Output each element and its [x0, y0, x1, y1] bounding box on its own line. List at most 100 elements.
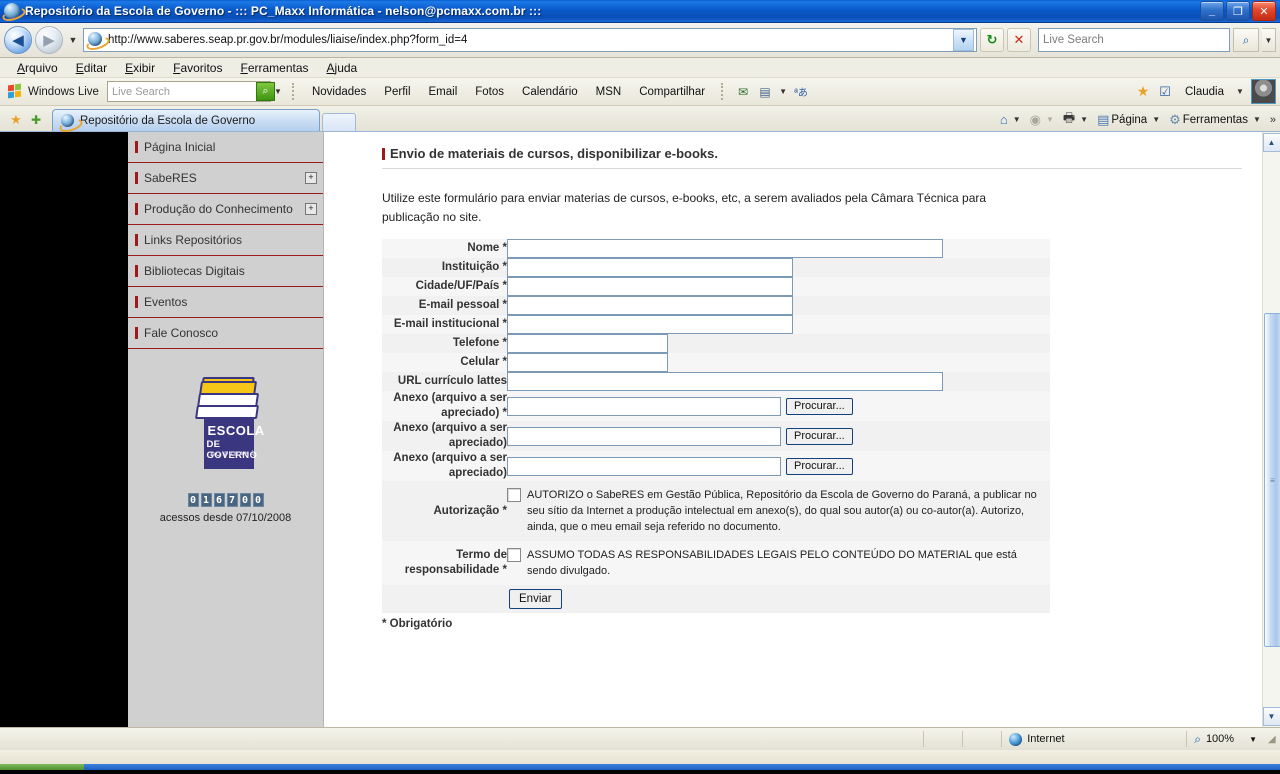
scroll-down-button[interactable]: ▼ [1262, 707, 1280, 726]
menu-arquivo[interactable]: Arquivo [8, 60, 67, 76]
email-institucional-input[interactable] [507, 315, 793, 334]
browser-search-box[interactable] [1038, 28, 1230, 52]
url-dropdown-icon[interactable]: ▼ [953, 29, 974, 51]
zoom-caret-icon[interactable]: ▼ [1239, 735, 1257, 744]
stop-icon[interactable]: ✕ [1007, 28, 1031, 52]
tools-menu-caret-icon[interactable]: ▼ [1250, 115, 1264, 124]
search-provider-caret-icon[interactable]: ▼ [1262, 28, 1276, 52]
anexo-2-input[interactable] [507, 426, 781, 446]
browser-search-input[interactable] [1041, 33, 1227, 47]
logo-line-3: DO PARANÁ [210, 452, 256, 458]
feeds-caret-icon[interactable]: ▼ [1043, 115, 1057, 124]
command-bar-overflow-icon[interactable]: » [1267, 114, 1276, 126]
visit-counter: 0 1 6 7 0 0 [187, 493, 264, 507]
termo-responsabilidade-checkbox[interactable] [507, 548, 521, 562]
cidade-uf-pais-input[interactable] [507, 277, 793, 296]
sidebar-item-bibliotecas-digitais[interactable]: Bibliotecas Digitais [128, 256, 323, 287]
scrollbar-track[interactable]: ≡ [1263, 153, 1280, 706]
tools-menu-button[interactable]: ⚙ Ferramentas ▼ [1166, 112, 1267, 128]
enviar-button[interactable]: Enviar [509, 589, 562, 609]
menu-favoritos[interactable]: Favoritos [164, 60, 231, 76]
print-caret-icon[interactable]: ▼ [1077, 115, 1091, 124]
favorites-center-star-icon[interactable]: ★ [6, 109, 26, 131]
resize-grip-icon[interactable]: ◢ [1268, 734, 1280, 745]
window-icon-caret-icon[interactable]: ▼ [776, 87, 790, 96]
url-text[interactable]: http://www.saberes.seap.pr.gov.br/module… [108, 34, 953, 46]
scroll-up-button[interactable]: ▲ [1262, 133, 1280, 152]
menu-ajuda[interactable]: Ajuda [318, 60, 367, 76]
live-user-caret-icon[interactable]: ▼ [1233, 87, 1247, 96]
live-link-msn[interactable]: MSN [587, 86, 631, 98]
feeds-button[interactable]: ◉ ▼ [1027, 112, 1060, 128]
close-button[interactable]: ✕ [1252, 1, 1276, 21]
live-link-calendario[interactable]: Calendário [513, 86, 587, 98]
live-search-input[interactable] [108, 84, 256, 99]
field-label: E-mail pessoal * [418, 299, 507, 311]
instituicao-input[interactable] [507, 258, 793, 277]
anexo-3-browse-button[interactable]: Procurar... [786, 457, 853, 475]
refresh-icon[interactable]: ↻ [980, 28, 1004, 52]
autorizacao-checkbox[interactable] [507, 488, 521, 502]
live-link-compartilhar[interactable]: Compartilhar [630, 86, 714, 98]
taskbar-items[interactable] [84, 764, 1280, 770]
print-button[interactable]: 🖶 ▼ [1060, 109, 1094, 131]
anexo-2-browse-button[interactable]: Procurar... [786, 427, 853, 445]
zoom-control[interactable]: ⌕ 100% ▼ [1187, 731, 1264, 747]
expand-plus-icon[interactable]: + [305, 203, 317, 215]
internet-globe-icon [1009, 732, 1023, 746]
minimize-button[interactable]: _ [1200, 1, 1224, 21]
maximize-button[interactable]: ❐ [1226, 1, 1250, 21]
back-button[interactable]: ◀ [4, 26, 32, 54]
anexo-3-input[interactable] [507, 456, 781, 476]
vertical-scrollbar[interactable]: ▲ ≡ ▼ [1262, 132, 1280, 727]
submit-cell: Enviar [507, 585, 1050, 613]
live-link-email[interactable]: Email [420, 86, 467, 98]
taskbar[interactable] [0, 764, 1280, 770]
window-icon[interactable]: ▤ [754, 82, 776, 102]
anexo-1-input[interactable] [507, 396, 781, 416]
sidebar-item-links-repositorios[interactable]: Links Repositórios [128, 225, 323, 256]
expand-plus-icon[interactable]: + [305, 172, 317, 184]
telefone-input[interactable] [507, 334, 668, 353]
anexo-1-browse-button[interactable]: Procurar... [786, 397, 853, 415]
add-to-favorites-icon[interactable]: ✚ [26, 109, 46, 131]
menu-editar[interactable]: Editar [67, 60, 116, 76]
favorites-star-icon[interactable]: ★ [1132, 82, 1154, 102]
home-button[interactable]: ⌂ ▼ [997, 112, 1027, 127]
avatar[interactable] [1251, 79, 1276, 104]
sidebar-item-pagina-inicial[interactable]: Página Inicial [128, 132, 323, 163]
email-pessoal-input[interactable] [507, 296, 793, 315]
sidebar-item-fale-conosco[interactable]: Fale Conosco [128, 318, 323, 349]
live-user-name[interactable]: Claudia [1176, 86, 1233, 98]
scrollbar-thumb[interactable]: ≡ [1263, 313, 1280, 648]
nome-input[interactable] [507, 239, 943, 258]
tab-repositorio[interactable]: Repositório da Escola de Governo [52, 109, 320, 131]
sidebar-item-producao-do-conhecimento[interactable]: Produção do Conhecimento + [128, 194, 323, 225]
sidebar-item-eventos[interactable]: Eventos [128, 287, 323, 318]
menu-ferramentas[interactable]: Ferramentas [231, 60, 317, 76]
security-zone[interactable]: Internet [1002, 731, 1188, 747]
live-search-box[interactable]: ⌕ [106, 81, 275, 102]
search-submit-icon[interactable]: ⌕ [1233, 28, 1259, 52]
page-menu-caret-icon[interactable]: ▼ [1149, 115, 1163, 124]
site-sidebar: Página Inicial SabeRES + Produção do Con… [128, 132, 324, 727]
sidebar-item-saberes[interactable]: SabeRES + [128, 163, 323, 194]
translate-icon[interactable]: ªあ [790, 82, 812, 102]
url-curriculo-lattes-input[interactable] [507, 372, 943, 391]
form-row-submit: Enviar [382, 585, 1050, 613]
live-link-fotos[interactable]: Fotos [466, 86, 513, 98]
mail-icon[interactable]: ✉ [732, 82, 754, 102]
new-tab-button[interactable] [322, 113, 356, 131]
start-button[interactable] [0, 764, 84, 770]
url-bar[interactable]: http://www.saberes.seap.pr.gov.br/module… [83, 28, 977, 52]
checkbox-icon[interactable]: ☑ [1154, 82, 1176, 102]
live-search-caret-icon[interactable]: ▼ [271, 87, 285, 96]
menu-exibir[interactable]: Exibir [116, 60, 164, 76]
forward-button[interactable]: ▶ [35, 26, 63, 54]
home-caret-icon[interactable]: ▼ [1010, 115, 1024, 124]
history-dropdown-icon[interactable]: ▼ [66, 35, 80, 45]
celular-input[interactable] [507, 353, 668, 372]
page-menu-button[interactable]: ▤ Página ▼ [1094, 112, 1166, 128]
live-link-novidades[interactable]: Novidades [303, 86, 375, 98]
live-link-perfil[interactable]: Perfil [375, 86, 419, 98]
